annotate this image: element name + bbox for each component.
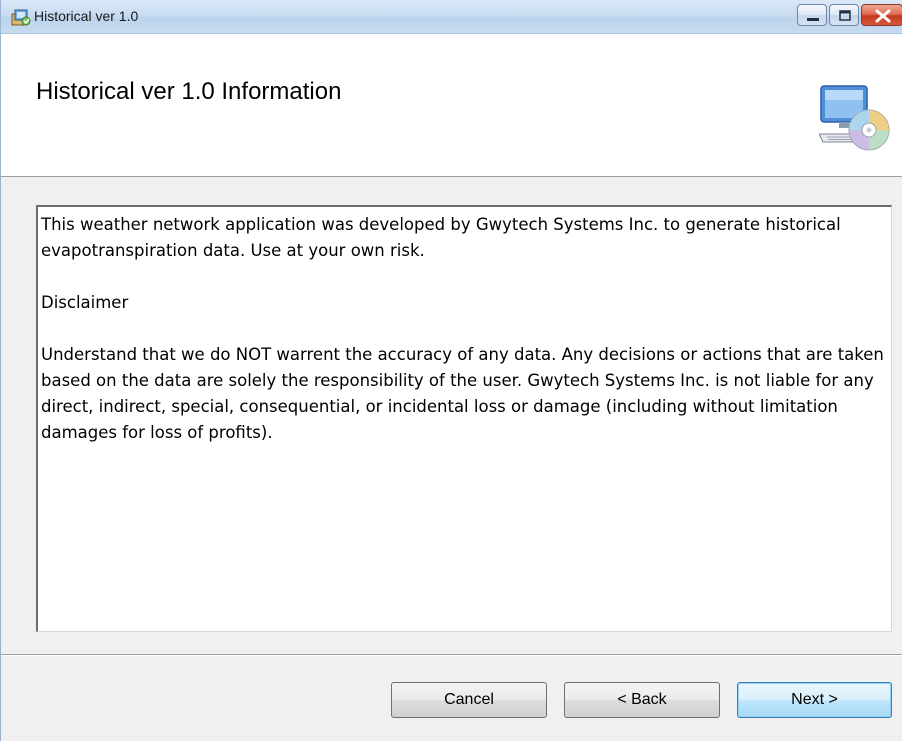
close-button[interactable] bbox=[861, 4, 902, 26]
window-title: Historical ver 1.0 bbox=[34, 8, 139, 24]
page-title: Historical ver 1.0 Information bbox=[36, 78, 342, 105]
cancel-button[interactable]: Cancel bbox=[391, 682, 547, 718]
disclaimer-paragraph: Understand that we do NOT warrent the ac… bbox=[41, 345, 884, 442]
installer-window: Historical ver 1.0 Historical ver 1.0 In… bbox=[0, 0, 902, 741]
installer-icon bbox=[11, 9, 31, 26]
footer-divider bbox=[1, 654, 902, 656]
disclaimer-heading: Disclaimer bbox=[41, 293, 129, 312]
back-button[interactable]: < Back bbox=[564, 682, 720, 718]
minimize-button[interactable] bbox=[797, 4, 827, 26]
maximize-button[interactable] bbox=[829, 4, 859, 26]
minimize-icon bbox=[807, 18, 819, 21]
computer-disc-icon bbox=[819, 85, 890, 151]
title-bar[interactable]: Historical ver 1.0 bbox=[1, 0, 902, 34]
close-icon bbox=[875, 9, 891, 23]
header-banner: Historical ver 1.0 Information bbox=[1, 34, 902, 177]
intro-paragraph: This weather network application was dev… bbox=[41, 215, 841, 260]
maximize-icon bbox=[839, 10, 851, 21]
license-text-box[interactable]: This weather network application was dev… bbox=[36, 205, 892, 632]
next-button[interactable]: Next > bbox=[737, 682, 892, 718]
